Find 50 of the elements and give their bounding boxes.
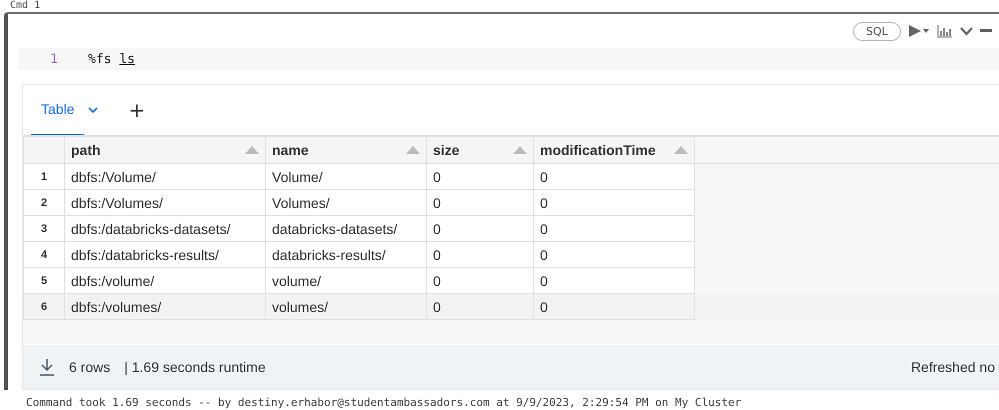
code-editor[interactable]: 1 %fs ls — [18, 48, 999, 70]
table-cell: Volumes/ — [266, 190, 426, 216]
table-cell: dbfs:/volumes/ — [64, 294, 266, 320]
line-number: 1 — [49, 52, 58, 66]
language-button[interactable]: SQL — [853, 22, 901, 40]
table-cell: 0 — [534, 190, 694, 216]
add-tab-button[interactable]: + — [124, 98, 150, 122]
chevron-down-icon[interactable] — [960, 26, 973, 36]
table-cell: 0 — [534, 294, 694, 320]
table-cell: dbfs:/Volume/ — [64, 164, 266, 190]
table-cell: dbfs:/databricks-results/ — [64, 242, 266, 268]
code-line: %fs ls — [88, 52, 135, 66]
chart-icon[interactable] — [936, 24, 953, 38]
row-number: 6 — [24, 294, 64, 320]
column-header[interactable]: modificationTime — [534, 136, 694, 164]
table-cell: 0 — [426, 294, 534, 320]
table-cell: 0 — [426, 242, 534, 268]
refreshed-text: Refreshed no — [910, 359, 995, 375]
table-cell: dbfs:/databricks-datasets/ — [64, 216, 266, 242]
row-number: 4 — [24, 242, 64, 268]
table-cell: 0 — [534, 242, 694, 268]
table-cell: volumes/ — [266, 294, 426, 320]
row-number: 1 — [24, 164, 64, 190]
table-cell: dbfs:/Volumes/ — [64, 190, 266, 216]
table-cell: volume/ — [266, 268, 426, 294]
row-number: 2 — [24, 190, 64, 216]
table-cell: databricks-results/ — [266, 242, 426, 268]
minimize-icon[interactable] — [980, 29, 992, 33]
column-header[interactable]: size — [426, 136, 534, 164]
column-header[interactable]: path — [64, 136, 266, 164]
runtime-text: | 1.69 seconds runtime — [124, 359, 266, 375]
row-number: 3 — [24, 216, 64, 242]
table-cell: 0 — [426, 190, 534, 216]
chevron-down-icon[interactable] — [88, 106, 98, 114]
download-icon[interactable] — [39, 358, 55, 376]
row-number: 5 — [24, 268, 64, 294]
table-cell: 0 — [534, 164, 694, 190]
column-header[interactable]: name — [266, 136, 426, 164]
table-cell: 0 — [426, 216, 534, 242]
cell-label: Cmd 1 — [9, 0, 42, 12]
table-cell: 0 — [534, 268, 694, 294]
table-cell: 0 — [426, 268, 534, 294]
table-cell: dbfs:/volume/ — [64, 268, 266, 294]
run-icon[interactable] — [908, 24, 930, 38]
table-cell: databricks-datasets/ — [266, 216, 426, 242]
table-cell: 0 — [426, 164, 534, 190]
table-cell: Volume/ — [266, 164, 426, 190]
table-cell: 0 — [534, 216, 694, 242]
row-count: 6 rows — [69, 359, 110, 375]
status-text: Command took 1.69 seconds -- by destiny.erhabor@studentambassadors.com at 9/9/2023, 2:29:54 PM on My Cluster — [25, 395, 742, 409]
